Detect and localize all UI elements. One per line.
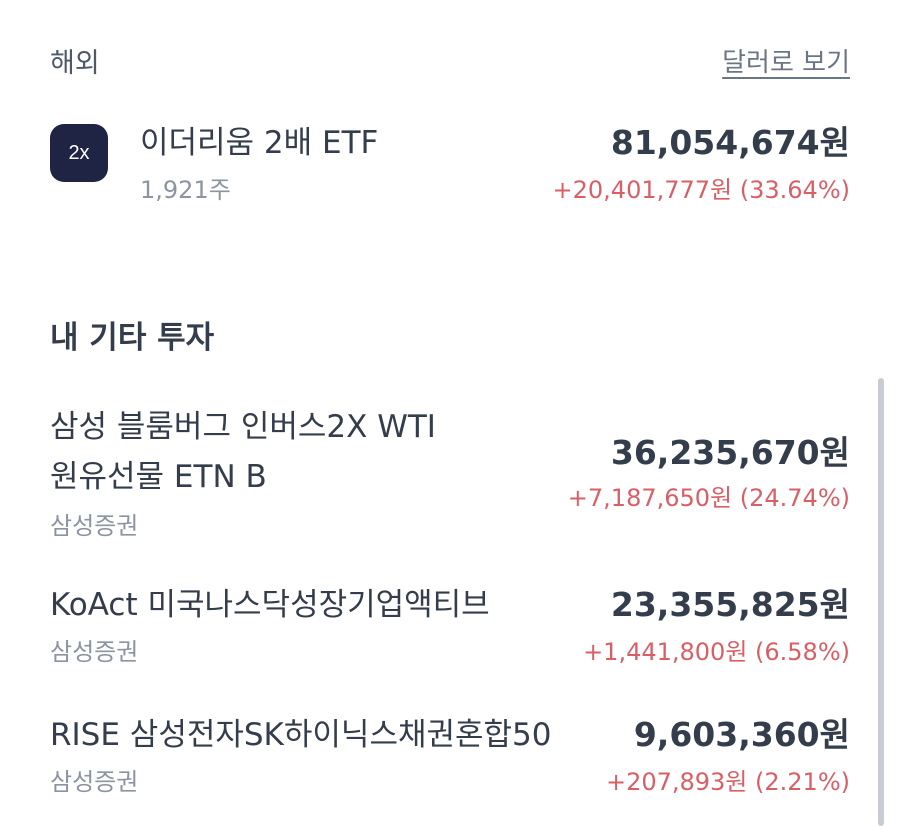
holding-name-line1: 삼성 블룸버그 인버스2X WTI — [50, 409, 436, 445]
holding-row-ethereum-etf[interactable]: 2x 이더리움 2배 ETF 1,921주 81,054,674원 +20,40… — [50, 114, 850, 214]
holding-name: RISE 삼성전자SK하이닉스채권혼합50 — [50, 717, 552, 753]
holding-quantity: 1,921주 — [140, 176, 231, 204]
holding-change: +1,441,800원 (6.58%) — [583, 638, 850, 666]
holding-change: +20,401,777원 (33.64%) — [552, 176, 850, 204]
holding-name-line2: 원유선물 ETN B — [50, 459, 267, 495]
overseas-section-title: 해외 — [50, 47, 100, 79]
holding-change: +7,187,650원 (24.74%) — [567, 484, 850, 512]
etf-logo-icon: 2x — [50, 124, 108, 182]
overseas-section-header: 해외 달러로 보기 — [50, 38, 850, 82]
view-in-dollars-link[interactable]: 달러로 보기 — [722, 42, 850, 79]
holding-amount: 36,235,670원 — [610, 433, 850, 472]
holding-name: 이더리움 2배 ETF — [140, 125, 379, 161]
holding-row-samsung-wti[interactable]: 삼성 블룸버그 인버스2X WTI 원유선물 ETN B 삼성증권 36,235… — [50, 402, 850, 552]
holding-amount: 23,355,825원 — [610, 585, 850, 624]
holding-broker: 삼성증권 — [50, 638, 139, 666]
holding-amount: 9,603,360원 — [633, 715, 850, 754]
holding-broker: 삼성증권 — [50, 512, 139, 540]
holding-row-koact[interactable]: KoAct 미국나스닥성장기업액티브 삼성증권 23,355,825원 +1,4… — [50, 582, 850, 677]
holding-change: +207,893원 (2.21%) — [605, 768, 850, 796]
holding-row-rise[interactable]: RISE 삼성전자SK하이닉스채권혼합50 삼성증권 9,603,360원 +2… — [50, 712, 850, 807]
holding-broker: 삼성증권 — [50, 768, 139, 796]
other-investments-title: 내 기타 투자 — [50, 320, 215, 356]
holding-name: KoAct 미국나스닥성장기업액티브 — [50, 587, 490, 623]
holding-amount: 81,054,674원 — [610, 123, 850, 162]
scrollbar[interactable] — [878, 378, 884, 826]
